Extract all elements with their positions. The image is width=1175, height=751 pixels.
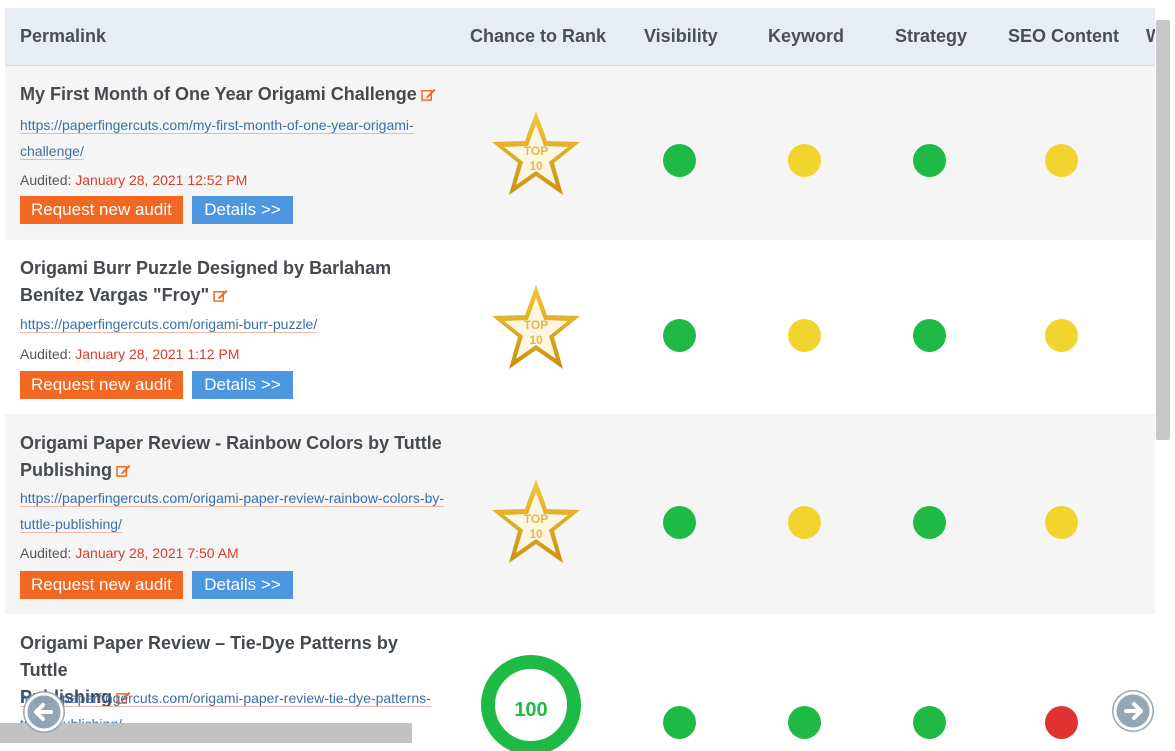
post-title: Origami Paper Review - Rainbow Colors by…	[20, 433, 442, 480]
seo-content-status	[1045, 506, 1078, 539]
scroll-left-arrow-icon[interactable]	[23, 691, 65, 733]
visibility-status	[663, 706, 696, 739]
seo-content-status	[1045, 144, 1078, 177]
keyword-status	[788, 144, 821, 177]
post-url[interactable]: https://paperfingercuts.com/origami-burr…	[20, 311, 450, 337]
top10-star-icon: TOP 10	[490, 477, 582, 565]
table-row: My First Month of One Year Origami Chall…	[5, 66, 1155, 240]
request-audit-button[interactable]: Request new audit	[20, 196, 183, 224]
col-keyword[interactable]: Keyword	[768, 26, 844, 47]
audit-table: Permalink Chance to Rank Visibility Keyw…	[5, 8, 1155, 751]
details-button[interactable]: Details >>	[192, 196, 293, 224]
rank-score-gauge: 100	[481, 655, 581, 751]
audited-info: Audited: January 28, 2021 1:12 PM	[20, 346, 240, 362]
col-visibility[interactable]: Visibility	[644, 26, 718, 47]
keyword-status	[788, 319, 821, 352]
col-chance-to-rank[interactable]: Chance to Rank	[470, 26, 606, 47]
table-row: Origami Paper Review - Rainbow Colors by…	[5, 414, 1155, 614]
details-button[interactable]: Details >>	[192, 371, 293, 399]
post-title: My First Month of One Year Origami Chall…	[20, 81, 450, 108]
audited-info: Audited: January 28, 2021 7:50 AM	[20, 545, 239, 561]
audit-date: January 28, 2021 1:12 PM	[75, 346, 240, 362]
strategy-status	[913, 706, 946, 739]
details-button[interactable]: Details >>	[192, 571, 293, 599]
top10-star-icon: TOP 10	[490, 283, 582, 371]
strategy-status	[913, 506, 946, 539]
post-url[interactable]: https://paperfingercuts.com/origami-pape…	[20, 485, 450, 537]
keyword-status	[788, 706, 821, 739]
visibility-status	[663, 506, 696, 539]
audit-date: January 28, 2021 7:50 AM	[75, 545, 239, 561]
strategy-status	[913, 319, 946, 352]
col-strategy[interactable]: Strategy	[895, 26, 967, 47]
table-row: Origami Burr Puzzle Designed by Barlaham…	[5, 240, 1155, 414]
post-title: Origami Burr Puzzle Designed by Barlaham…	[20, 258, 392, 305]
edit-icon[interactable]	[116, 464, 131, 477]
seo-content-status	[1045, 319, 1078, 352]
col-seo-content[interactable]: SEO Content	[1008, 26, 1119, 47]
scroll-right-arrow-icon[interactable]	[1112, 690, 1154, 732]
table-header: Permalink Chance to Rank Visibility Keyw…	[5, 8, 1155, 66]
top10-star-icon: TOP 10	[490, 109, 582, 197]
request-audit-button[interactable]: Request new audit	[20, 571, 183, 599]
col-cut-off[interactable]: W	[1146, 26, 1155, 47]
col-permalink[interactable]: Permalink	[20, 26, 106, 47]
visibility-status	[663, 319, 696, 352]
visibility-status	[663, 144, 696, 177]
request-audit-button[interactable]: Request new audit	[20, 371, 183, 399]
seo-content-status	[1045, 706, 1078, 739]
edit-icon[interactable]	[213, 289, 228, 302]
keyword-status	[788, 506, 821, 539]
audited-info: Audited: January 28, 2021 12:52 PM	[20, 172, 248, 188]
edit-icon[interactable]	[421, 88, 436, 101]
strategy-status	[913, 144, 946, 177]
post-url[interactable]: https://paperfingercuts.com/my-first-mon…	[20, 112, 450, 164]
vertical-scrollbar[interactable]	[1156, 20, 1170, 440]
audit-date: January 28, 2021 12:52 PM	[75, 172, 248, 188]
